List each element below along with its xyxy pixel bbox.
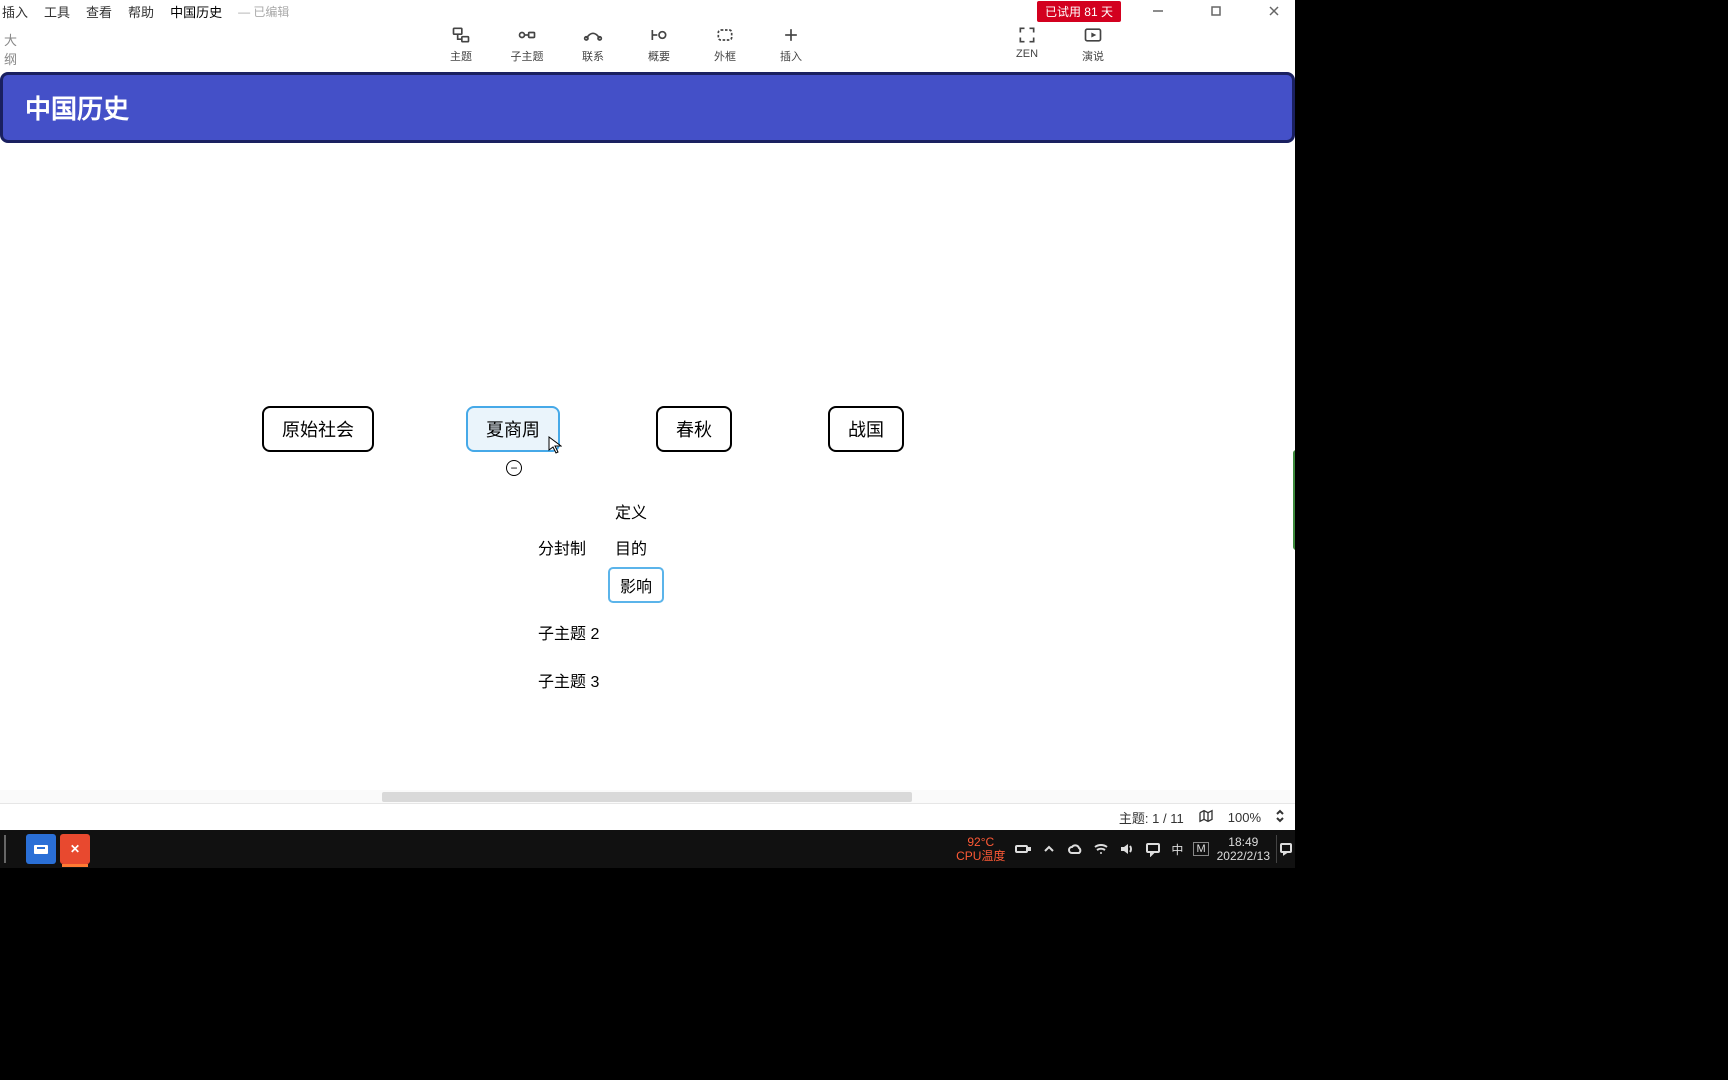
toolbar-label: 外框: [714, 48, 736, 64]
toolbar-label: ZEN: [1016, 48, 1038, 60]
letterbox-right: [1295, 0, 1728, 1080]
cpu-temp-label: CPU温度: [956, 849, 1005, 863]
horizontal-scrollbar[interactable]: [0, 790, 1295, 804]
toolbar-subtopic-button[interactable]: 子主题: [509, 22, 545, 64]
windows-taskbar: ✕ 92°C CPU温度 中 M 18:49 2022/2/13: [0, 830, 1295, 868]
status-bar: 主题: 1 / 11 100%: [0, 803, 1295, 830]
minimize-icon: [1152, 5, 1164, 17]
notification-center-button[interactable]: [1276, 835, 1295, 863]
window-minimize-button[interactable]: [1137, 0, 1179, 22]
menu-bar: 插入 工具 查看 帮助 中国历史 — 已编辑 已试用 81 天: [0, 0, 1295, 22]
toolbar-main-group: 主题 子主题 联系 概要 外框 插入: [443, 22, 809, 64]
maximize-icon: [1210, 5, 1222, 17]
toolbar-relationship-button[interactable]: 联系: [575, 22, 611, 64]
toolbar-boundary-button[interactable]: 外框: [707, 22, 743, 64]
boundary-icon: [715, 22, 735, 48]
subtopic-fenfengzhi[interactable]: 分封制: [538, 535, 586, 559]
start-edge[interactable]: [4, 835, 16, 863]
zoom-level[interactable]: 100%: [1228, 810, 1261, 825]
outline-tab[interactable]: 大纲: [0, 22, 23, 68]
chevron-up-icon[interactable]: [1041, 841, 1057, 857]
topic-count-label: 主题: 1 / 11: [1119, 808, 1184, 827]
clock-time: 18:49: [1217, 835, 1270, 849]
branch-topic-2[interactable]: 春秋: [656, 406, 732, 452]
summary-icon: [649, 22, 669, 48]
edited-indicator: — 已编辑: [238, 3, 289, 20]
leaf-impact-selected[interactable]: 影响: [608, 567, 664, 603]
taskbar-app-xmind[interactable]: ✕: [60, 834, 90, 864]
app-icon: [32, 840, 50, 858]
toolbar-right-group: ZEN 演说: [1009, 22, 1111, 64]
cloud-icon[interactable]: [1067, 841, 1083, 857]
cpu-temp-widget[interactable]: 92°C CPU温度: [956, 835, 1005, 863]
menu-insert[interactable]: 插入: [2, 2, 28, 21]
map-icon: [1198, 808, 1214, 824]
ime-indicator[interactable]: 中: [1171, 841, 1183, 858]
toolbar-label: 演说: [1082, 48, 1104, 64]
toolbar-label: 主题: [450, 48, 472, 64]
leaf-definition[interactable]: 定义: [615, 499, 647, 523]
trial-badge[interactable]: 已试用 81 天: [1037, 1, 1121, 22]
toolbar-summary-button[interactable]: 概要: [641, 22, 677, 64]
system-tray: 中 M: [1015, 841, 1208, 858]
window-close-button[interactable]: [1253, 0, 1295, 22]
toolbar-label: 插入: [780, 48, 802, 64]
subtopic-icon: [517, 22, 537, 48]
mindmap-canvas[interactable]: 中国历史 原始社会 夏商周 春秋 战国 − 分封制 子主题 2 子主题 3 定义…: [0, 72, 1295, 790]
clock-date: 2022/2/13: [1217, 849, 1270, 863]
wifi-icon[interactable]: [1093, 841, 1109, 857]
branch-topic-1-selected[interactable]: 夏商周: [466, 406, 560, 452]
toolbar-label: 子主题: [511, 48, 544, 64]
menu-tools[interactable]: 工具: [44, 2, 70, 21]
toolbar-insert-button[interactable]: 插入: [773, 22, 809, 64]
battery-icon[interactable]: [1015, 841, 1031, 857]
volume-icon[interactable]: [1119, 841, 1135, 857]
menu-help[interactable]: 帮助: [128, 2, 154, 21]
notification-icon: [1278, 841, 1294, 857]
play-icon: [1083, 22, 1103, 48]
menu-view[interactable]: 查看: [86, 2, 112, 21]
taskbar-app-1[interactable]: [26, 834, 56, 864]
toolbar-label: 概要: [648, 48, 670, 64]
toolbar-present-button[interactable]: 演说: [1075, 22, 1111, 64]
app-window: 插入 工具 查看 帮助 中国历史 — 已编辑 已试用 81 天 大纲 主题 子主…: [0, 0, 1295, 830]
subtopic-2[interactable]: 子主题 2: [538, 620, 599, 644]
close-icon: [1268, 5, 1280, 17]
leaf-purpose[interactable]: 目的: [615, 535, 647, 559]
plus-icon: [781, 22, 801, 48]
map-overview-button[interactable]: [1198, 808, 1214, 827]
message-icon[interactable]: [1145, 841, 1161, 857]
topic-icon: [451, 22, 471, 48]
taskbar-clock[interactable]: 18:49 2022/2/13: [1217, 835, 1270, 863]
toolbar: 大纲 主题 子主题 联系 概要 外框: [0, 22, 1295, 73]
m-badge[interactable]: M: [1193, 842, 1208, 856]
toolbar-zen-button[interactable]: ZEN: [1009, 22, 1045, 64]
window-maximize-button[interactable]: [1195, 0, 1237, 22]
zoom-stepper[interactable]: [1275, 809, 1285, 826]
collapse-toggle[interactable]: −: [506, 460, 522, 476]
relationship-icon: [583, 22, 603, 48]
chevron-up-down-icon: [1275, 809, 1285, 823]
toolbar-label: 联系: [582, 48, 604, 64]
branch-topic-0[interactable]: 原始社会: [262, 406, 374, 452]
subtopic-3[interactable]: 子主题 3: [538, 668, 599, 692]
fullscreen-icon: [1017, 22, 1037, 48]
toolbar-topic-button[interactable]: 主题: [443, 22, 479, 64]
branch-topic-3[interactable]: 战国: [828, 406, 904, 452]
document-title: 中国历史: [170, 2, 222, 21]
cpu-temp-value: 92°C: [956, 835, 1005, 849]
root-topic[interactable]: 中国历史: [0, 72, 1295, 143]
scrollbar-thumb[interactable]: [382, 792, 912, 802]
